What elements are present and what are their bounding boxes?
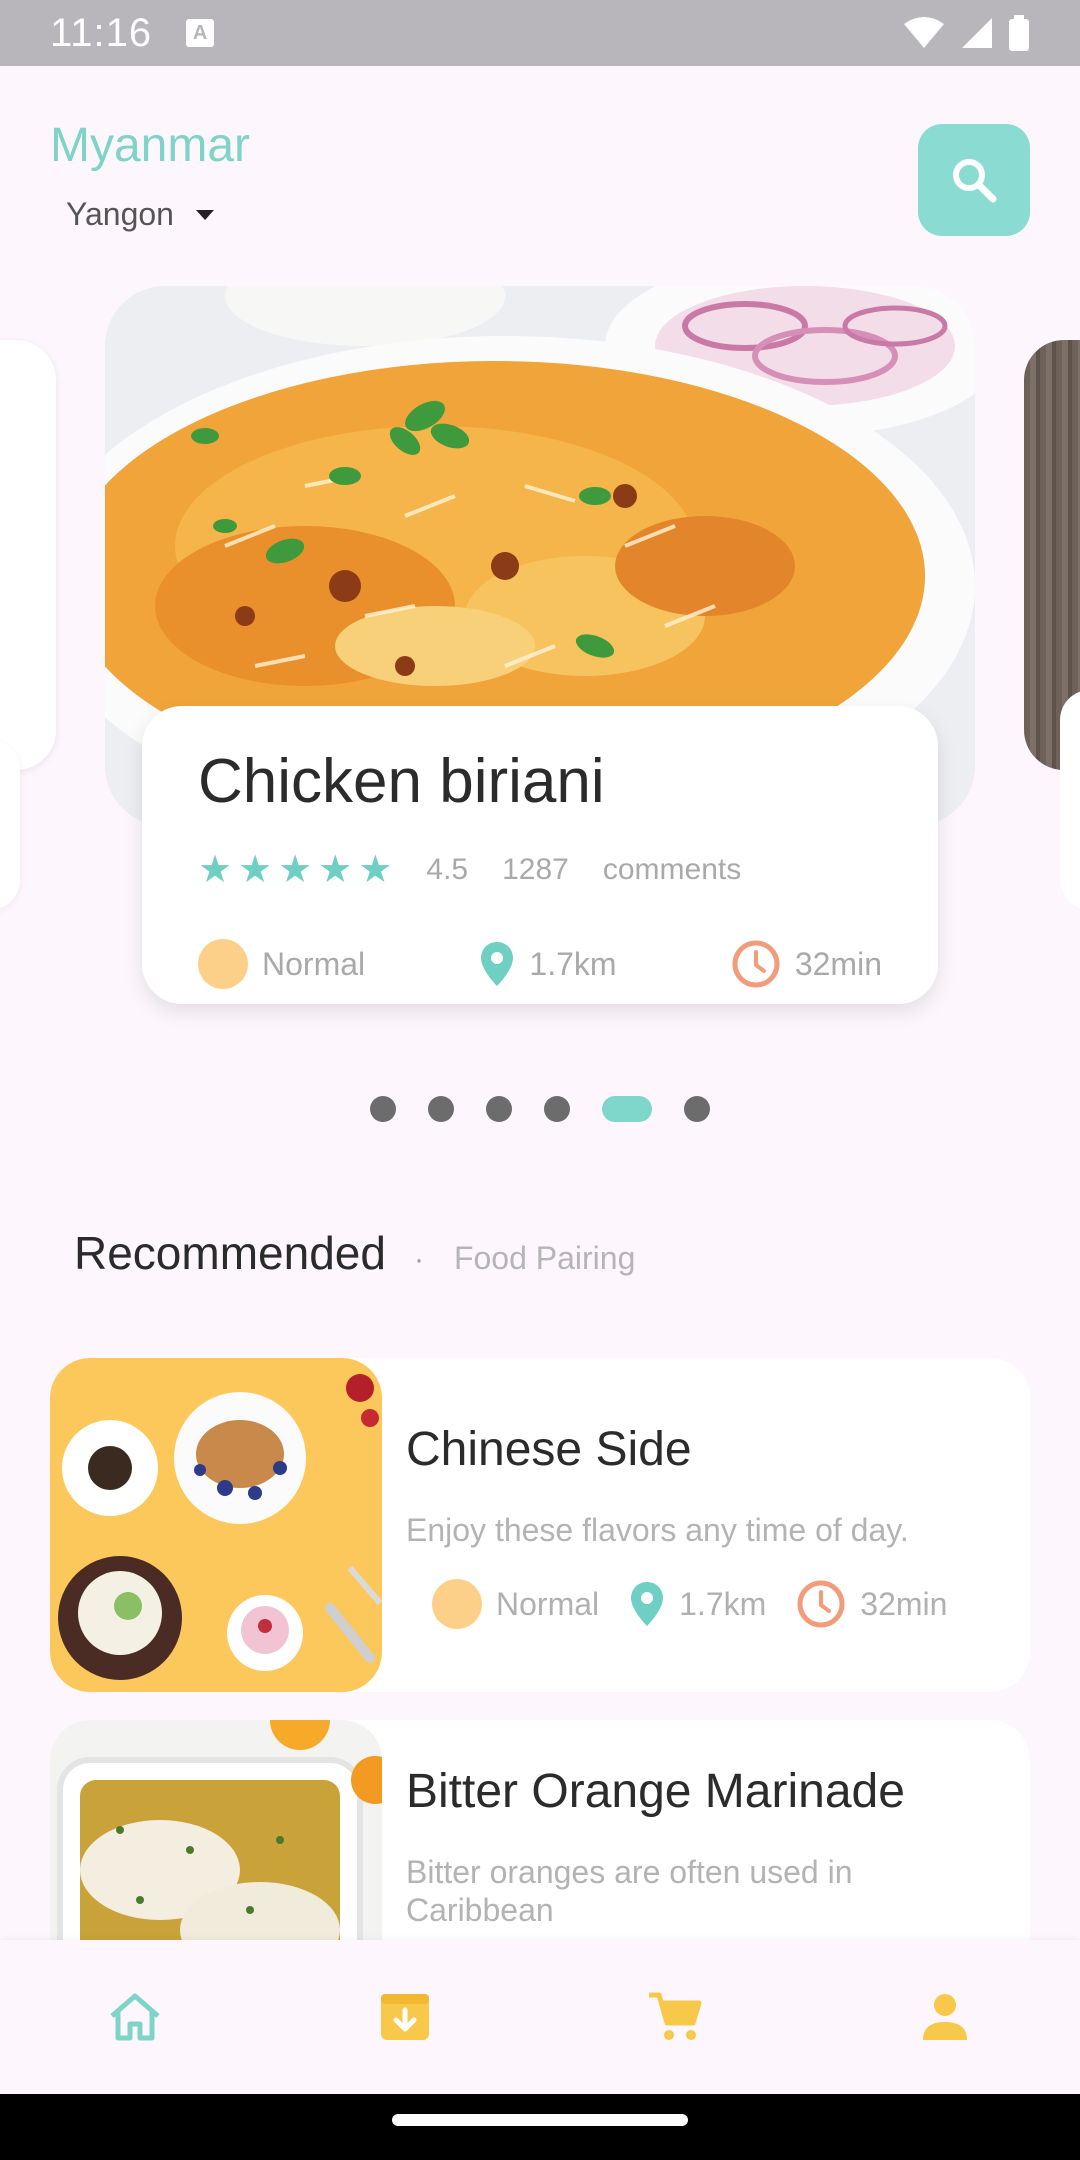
bottom-navigation (0, 1940, 1080, 2094)
carousel-pager (0, 1096, 1080, 1122)
nav-cart[interactable] (635, 1977, 715, 2057)
nav-profile[interactable] (905, 1977, 985, 2057)
pager-dot[interactable] (486, 1096, 512, 1122)
time-label: 32min (860, 1585, 948, 1622)
dessert-illustration (50, 1358, 382, 1692)
signal-icon (962, 18, 992, 48)
level-dot-icon (198, 939, 248, 989)
section-tab-food-pairing[interactable]: Food Pairing (454, 1240, 635, 1277)
carousel-next-card-info (1060, 690, 1080, 910)
city-dropdown[interactable]: Yangon (66, 196, 216, 233)
status-time: 11:16 (50, 10, 153, 55)
featured-info-card[interactable]: Chicken biriani ★ ★ ★ ★ ★ 4.5 1287 comme… (142, 706, 938, 1004)
home-gesture-handle[interactable] (392, 2114, 688, 2126)
distance-label: 1.7km (529, 945, 617, 982)
level-dot-icon (432, 1579, 482, 1630)
distance-info: 1.7km (629, 1580, 766, 1628)
star-icon: ★ (238, 849, 273, 891)
home-icon (110, 1993, 160, 2041)
notification-icon: A (186, 19, 215, 47)
recommended-title: Chinese Side (406, 1423, 692, 1476)
recommended-card-body: Bitter Orange Marinade Bitter oranges ar… (406, 1720, 1000, 1930)
recommended-card[interactable]: Chinese Side Enjoy these flavors any tim… (50, 1358, 1030, 1692)
pager-dot[interactable] (684, 1096, 710, 1122)
wifi-icon (904, 17, 944, 48)
status-bar: 11:16 A (0, 0, 1080, 66)
level-info: Normal (432, 1579, 600, 1630)
rating-stars: ★ ★ ★ ★ ★ (198, 851, 392, 889)
nav-home[interactable] (95, 1977, 175, 2057)
rating-value: 4.5 (426, 853, 469, 886)
time-label: 32min (794, 945, 882, 982)
nav-orders[interactable] (365, 1977, 445, 2057)
recommended-card-image (50, 1358, 382, 1692)
featured-title: Chicken biriani (198, 747, 605, 816)
recommended-section-header: Recommended · Food Pairing (74, 1226, 635, 1280)
recommended-title: Bitter Orange Marinade (406, 1765, 905, 1818)
recommended-meta-row: Normal 1.7km 32min (406, 1579, 1000, 1630)
search-button[interactable] (918, 124, 1030, 236)
section-separator: · (413, 1243, 424, 1276)
search-icon (953, 159, 997, 203)
pager-dot[interactable] (428, 1096, 454, 1122)
star-icon: ★ (198, 849, 233, 891)
star-icon: ★ (358, 849, 393, 891)
featured-meta-row: Normal 1.7km 32min (198, 939, 882, 989)
time-info: 32min (731, 939, 882, 989)
recommended-card-body: Chinese Side Enjoy these flavors any tim… (406, 1358, 1000, 1630)
country-title: Myanmar (50, 119, 251, 172)
level-label: Normal (262, 945, 366, 982)
person-icon (923, 1994, 967, 2040)
level-info: Normal (198, 939, 365, 989)
download-box-icon (381, 1994, 429, 2040)
pager-dot[interactable] (544, 1096, 570, 1122)
recommended-description: Enjoy these flavors any time of day. (406, 1512, 909, 1548)
status-icons (904, 15, 1030, 51)
rating-row: ★ ★ ★ ★ ★ 4.5 1287 comments (198, 851, 882, 889)
comments-label: comments (602, 853, 742, 886)
pager-dot-active[interactable] (602, 1096, 652, 1122)
level-label: Normal (496, 1585, 600, 1622)
section-title[interactable]: Recommended (74, 1226, 386, 1280)
distance-info: 1.7km (479, 940, 617, 988)
carousel-prev-card[interactable] (0, 340, 56, 770)
battery-icon (1009, 15, 1029, 51)
star-icon: ★ (278, 849, 313, 891)
clock-icon (797, 1580, 845, 1628)
city-label: Yangon (66, 196, 174, 232)
comment-count: 1287 (502, 853, 569, 886)
star-icon: ★ (318, 849, 353, 891)
clock-icon (732, 940, 780, 988)
pager-dot[interactable] (370, 1096, 396, 1122)
system-navigation-bar (0, 2094, 1080, 2160)
distance-label: 1.7km (679, 1585, 767, 1622)
recommended-description: Bitter oranges are often used in Caribbe… (406, 1854, 853, 1929)
carousel-prev-card-info (0, 740, 20, 910)
location-pin-icon (481, 942, 514, 986)
location-pin-icon (631, 1582, 664, 1627)
dropdown-arrow-icon (195, 209, 214, 220)
cart-icon (649, 1992, 702, 2040)
time-info: 32min (796, 1579, 947, 1629)
